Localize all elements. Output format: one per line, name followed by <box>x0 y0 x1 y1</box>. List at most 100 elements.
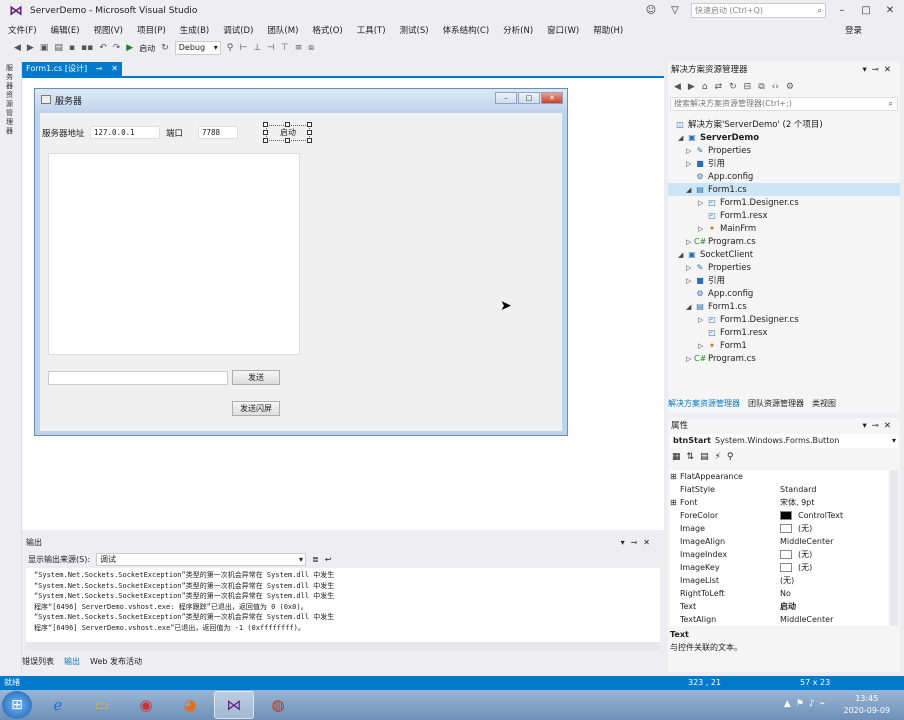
chrome-icon[interactable]: ◉ <box>126 691 166 719</box>
show-all-files-icon[interactable]: ⧉ <box>758 82 764 92</box>
forward-icon[interactable]: ▶ <box>27 43 34 53</box>
tab-form1-design[interactable]: Form1.cs [设计] ⊸ ✕ <box>22 62 122 76</box>
new-project-icon[interactable]: ▣ <box>40 43 49 53</box>
tab-output[interactable]: 输出 <box>64 656 80 667</box>
configuration-select[interactable]: Debug <box>174 41 221 55</box>
redo-icon[interactable]: ↷ <box>113 43 121 53</box>
tree-node[interactable]: ▷ ■ 引用 <box>668 157 900 170</box>
refresh-icon[interactable]: ↻ <box>729 82 737 92</box>
panel-controls[interactable]: ▾⊸✕ <box>621 536 656 550</box>
word-wrap-icon[interactable]: ↩ <box>325 555 332 564</box>
resize-handle[interactable] <box>307 130 312 135</box>
property-row[interactable]: ImageIndex (无) <box>670 548 888 561</box>
forward-icon[interactable]: ▶ <box>688 82 695 92</box>
spacing-icon[interactable]: ≡ <box>295 43 303 53</box>
property-pages-icon[interactable]: ⚲ <box>727 452 734 462</box>
feedback-icon[interactable]: ☺ <box>643 5 659 16</box>
tree-node-selected[interactable]: ◢ ▤ Form1.cs <box>668 183 900 196</box>
refresh-icon[interactable]: ↻ <box>161 43 169 53</box>
property-row[interactable]: Image (无) <box>670 522 888 535</box>
tree-node[interactable]: ▷ ■ 引用 <box>668 274 900 287</box>
property-row[interactable]: ForeColor ControlText <box>670 509 888 522</box>
tree-node[interactable]: ◰ Form1.resx <box>668 326 900 339</box>
property-row[interactable]: RightToLeft No <box>670 587 888 600</box>
solution-search-input[interactable]: 搜索解决方案资源管理器(Ctrl+;) ⌕ <box>670 97 898 111</box>
close-button[interactable]: ✕ <box>882 5 898 16</box>
tree-node[interactable]: ▷ C# Program.cs <box>668 235 900 248</box>
menu-analyze[interactable]: 分析(N) <box>503 24 533 36</box>
align-left-icon[interactable]: ⊢ <box>239 43 247 53</box>
view-code-icon[interactable]: ‹› <box>772 82 779 92</box>
object-selector[interactable]: btnStart System.Windows.Forms.Button <box>670 434 898 448</box>
tree-node[interactable]: ▷ ◰ Form1.Designer.cs <box>668 313 900 326</box>
form-minimize-button[interactable]: – <box>495 92 517 104</box>
tab-error-list[interactable]: 错误列表 <box>22 656 54 667</box>
property-row[interactable]: ImageKey (无) <box>670 561 888 574</box>
system-tray-icons[interactable]: ▲⚑♪⌁ <box>784 699 830 709</box>
property-row[interactable]: TextAlign MiddleCenter <box>670 613 888 626</box>
resize-handle[interactable] <box>263 122 268 127</box>
port-input[interactable]: 7788 <box>198 126 238 139</box>
menu-file[interactable]: 文件(F) <box>8 24 37 36</box>
tab-team-explorer[interactable]: 团队资源管理器 <box>748 398 804 409</box>
categorized-icon[interactable]: ▦ <box>672 452 681 462</box>
home-icon[interactable]: ⌂ <box>702 82 708 92</box>
property-row[interactable]: FlatStyle Standard <box>670 483 888 496</box>
tree-node[interactable]: ◰ Form1.resx <box>668 209 900 222</box>
menu-edit[interactable]: 编辑(E) <box>51 24 80 36</box>
undo-icon[interactable]: ↶ <box>99 43 107 53</box>
properties-view-icon[interactable]: ▤ <box>700 452 709 462</box>
output-horizontal-scrollbar[interactable] <box>26 642 660 650</box>
align-right-icon[interactable]: ⊣ <box>267 43 275 53</box>
tab-class-view[interactable]: 类视图 <box>812 398 836 409</box>
quick-launch-input[interactable]: 快速启动 (Ctrl+Q) ⌕ <box>691 3 826 18</box>
filter-icon[interactable]: ▽ <box>667 5 683 16</box>
close-tab-icon[interactable]: ✕ <box>111 62 118 76</box>
pin-icon[interactable]: ⊸ <box>96 64 103 73</box>
align-top-icon[interactable]: ⊤ <box>281 43 289 53</box>
clear-all-icon[interactable]: ≣ <box>312 555 319 564</box>
resize-handle[interactable] <box>285 122 290 127</box>
message-input[interactable] <box>48 371 228 385</box>
menu-build[interactable]: 生成(B) <box>180 24 209 36</box>
property-grid-scrollbar[interactable] <box>890 470 898 626</box>
panel-controls[interactable]: ▾⊸✕ <box>862 62 896 78</box>
alphabetical-icon[interactable]: ⇅ <box>687 452 695 462</box>
tree-node[interactable]: ⚙ App.config <box>668 287 900 300</box>
minimize-button[interactable]: – <box>834 5 850 16</box>
menu-help[interactable]: 帮助(H) <box>593 24 623 36</box>
events-icon[interactable]: ⚡ <box>715 452 721 462</box>
property-row[interactable]: ImageList (无) <box>670 574 888 587</box>
start-debug-label[interactable]: 启动 <box>139 43 155 54</box>
back-icon[interactable]: ◀ <box>14 43 21 53</box>
properties-icon[interactable]: ⚙ <box>786 82 794 92</box>
menu-team[interactable]: 团队(M) <box>267 24 298 36</box>
resize-handle[interactable] <box>307 138 312 143</box>
resize-handle[interactable] <box>307 122 312 127</box>
form-window[interactable]: 服务器 – □ ✕ 服务器地址 127.0.0.1 端口 7788 启动 发送 <box>34 88 568 436</box>
panel-controls[interactable]: ▾⊸✕ <box>862 418 896 434</box>
firefox-icon[interactable]: ◕ <box>170 691 210 719</box>
menu-architecture[interactable]: 体系结构(C) <box>443 24 490 36</box>
menu-format[interactable]: 格式(O) <box>312 24 342 36</box>
menu-view[interactable]: 视图(V) <box>94 24 123 36</box>
internet-explorer-icon[interactable]: ℯ <box>38 691 78 719</box>
menu-window[interactable]: 窗口(W) <box>547 24 579 36</box>
back-icon[interactable]: ◀ <box>674 82 681 92</box>
tree-node[interactable]: ▷ ✎ Properties <box>668 261 900 274</box>
output-source-select[interactable]: 调试 <box>96 552 307 566</box>
maximize-button[interactable]: □ <box>858 5 874 16</box>
expand-icon[interactable]: ⊞ <box>670 470 677 483</box>
form-client-area[interactable]: 服务器地址 127.0.0.1 端口 7788 启动 发送 发送闪屏 <box>40 113 562 431</box>
tree-node[interactable]: ▷ C# Program.cs <box>668 352 900 365</box>
expand-arrow-icon[interactable]: ▷ <box>686 353 694 366</box>
property-row[interactable]: ⊞ FlatAppearance <box>670 470 888 483</box>
tab-web-publish[interactable]: Web 发布活动 <box>90 656 142 667</box>
property-row[interactable]: Text 启动 <box>670 600 888 613</box>
menu-project[interactable]: 项目(P) <box>137 24 166 36</box>
tree-node-solution[interactable]: ◫ 解决方案'ServerDemo' (2 个项目) <box>668 118 900 131</box>
tree-node-project-socketclient[interactable]: ◢ ▣ SocketClient <box>668 248 900 261</box>
file-explorer-icon[interactable]: ▭ <box>82 691 122 719</box>
property-row[interactable]: ⊞ Font 宋体, 9pt <box>670 496 888 509</box>
tree-node[interactable]: ▷ ◰ Form1.Designer.cs <box>668 196 900 209</box>
